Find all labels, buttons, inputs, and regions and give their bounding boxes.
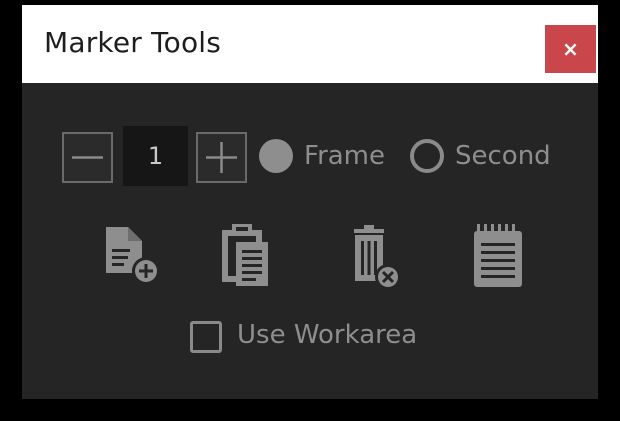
frame-count-input[interactable]: 1: [123, 126, 188, 186]
radio-frame-label[interactable]: Frame: [304, 141, 385, 171]
window-title: Marker Tools: [44, 26, 222, 59]
delete-markers-button[interactable]: [344, 221, 408, 290]
use-workarea-label[interactable]: Use Workarea: [237, 320, 417, 350]
increment-button[interactable]: [196, 132, 247, 183]
marker-list-button[interactable]: [466, 221, 530, 289]
clipboard-icon: [222, 224, 268, 286]
add-marker-button[interactable]: [100, 223, 164, 291]
document-add-icon: [106, 227, 160, 285]
marker-tools-window: Marker Tools × 1 Frame Second Use Workar…: [22, 5, 598, 399]
radio-second[interactable]: [410, 139, 444, 173]
use-workarea-checkbox[interactable]: [190, 321, 222, 353]
title-bar: Marker Tools ×: [22, 5, 598, 83]
plus-icon: [206, 142, 237, 173]
decrement-button[interactable]: [62, 132, 113, 183]
paste-markers-button[interactable]: [216, 220, 280, 288]
notepad-icon: [474, 224, 522, 287]
radio-frame[interactable]: [259, 139, 293, 173]
close-button[interactable]: ×: [545, 25, 596, 73]
minus-icon: [72, 156, 103, 159]
close-icon: ×: [562, 37, 579, 61]
radio-second-label[interactable]: Second: [455, 141, 551, 171]
trash-remove-icon: [354, 225, 401, 290]
